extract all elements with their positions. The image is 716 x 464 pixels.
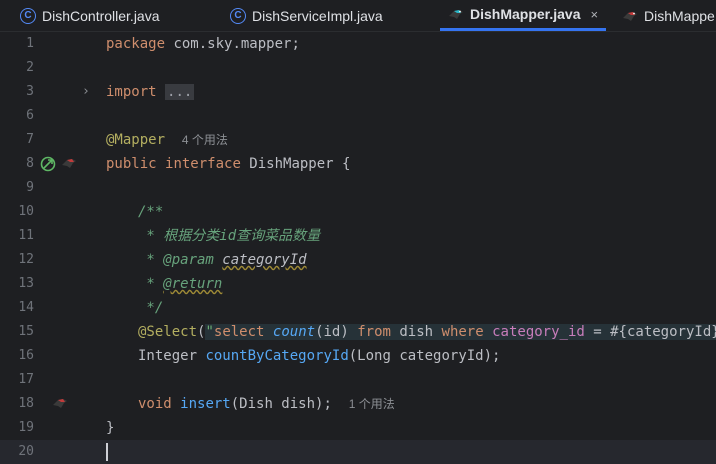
code-text: /**: [138, 200, 163, 224]
method-name: countByCategoryId: [205, 348, 349, 364]
line-number: 10: [18, 204, 34, 219]
mybatis-icon: [449, 10, 463, 19]
code-line: 10 /**: [0, 200, 716, 224]
code-text: package com.sky.mapper;: [106, 32, 300, 56]
line-number: 7: [26, 132, 34, 147]
keyword: public: [106, 156, 157, 172]
code-line: 2: [0, 56, 716, 80]
code-editor[interactable]: 1 package com.sky.mapper; 2 3 › import .…: [0, 32, 716, 464]
usage-hint[interactable]: 4 个用法: [182, 133, 228, 147]
keyword: package: [106, 36, 166, 52]
line-number: 17: [18, 372, 34, 387]
line-number: 16: [18, 348, 34, 363]
code-text: void insert(Dish dish); 1 个用法: [138, 392, 395, 416]
code-text: @Select("select count(id) from dish wher…: [138, 320, 716, 344]
code-text: public interface DishMapper {: [106, 152, 350, 176]
editor-tab-bar: C DishController.java C DishServiceImpl.…: [0, 0, 716, 32]
doc-comment: *: [138, 276, 164, 292]
sql-string: "select count(id) from dish where catego…: [205, 324, 716, 340]
line-number: 18: [18, 396, 34, 411]
package-name: com.sky.mapper;: [165, 36, 300, 52]
annotation: @Select: [138, 324, 198, 340]
line-number: 14: [18, 300, 34, 315]
code-line: 16 Integer countByCategoryId(Long catego…: [0, 344, 716, 368]
collapsed-imports[interactable]: ...: [165, 84, 195, 100]
code-text: @Mapper 4 个用法: [106, 128, 228, 152]
line-number: 6: [26, 108, 34, 123]
return-type: Integer: [138, 348, 198, 364]
tab-dish-mapper-xml[interactable]: DishMappe: [622, 0, 715, 31]
line-number: 1: [26, 36, 34, 51]
doc-comment: * 根据分类id查询菜品数量: [138, 228, 321, 244]
doc-return-tag: @return: [163, 276, 223, 292]
code-line: 1 package com.sky.mapper;: [0, 32, 716, 56]
line-number: 9: [26, 180, 34, 195]
code-line: 13 * @return: [0, 272, 716, 296]
code-line: 12 * @param categoryId: [0, 248, 716, 272]
method-args: (Dish dish);: [230, 396, 332, 412]
code-line: 18 void insert(Dish dish); 1 个用法: [0, 392, 716, 416]
line-number: 12: [18, 252, 34, 267]
code-text: * @param categoryId: [138, 248, 307, 272]
tab-dish-service-impl[interactable]: C DishServiceImpl.java: [230, 0, 383, 31]
code-line: 9: [0, 176, 716, 200]
tab-label: DishController.java: [42, 7, 160, 24]
code-line: 15 @Select("select count(id) from dish w…: [0, 320, 716, 344]
doc-comment: */: [138, 300, 164, 316]
line-number: 8: [26, 156, 34, 171]
code-line-current: 20: [0, 440, 716, 464]
doc-param-name: categoryId: [222, 252, 307, 268]
interface-name: DishMapper {: [240, 156, 351, 172]
method-name: insert: [180, 396, 231, 412]
mybatis-icon[interactable]: [61, 156, 77, 170]
code-line: 14 */: [0, 296, 716, 320]
code-text: }: [106, 416, 114, 440]
text-caret: [106, 440, 108, 464]
usage-hint[interactable]: 1 个用法: [349, 397, 395, 411]
line-number: 20: [18, 444, 34, 459]
mybatis-icon[interactable]: [52, 396, 68, 410]
line-number: 19: [18, 420, 34, 435]
close-icon[interactable]: ×: [591, 7, 599, 22]
code-text: Integer countByCategoryId(Long categoryI…: [138, 344, 500, 368]
tab-label: DishMapper.java: [470, 6, 581, 22]
keyword: void: [138, 396, 172, 412]
class-icon: C: [20, 7, 36, 24]
line-number: 3: [26, 84, 34, 99]
code-text: * 根据分类id查询菜品数量: [138, 224, 320, 248]
code-text: */: [138, 296, 163, 320]
implementation-gutter-icon[interactable]: [40, 156, 56, 172]
tab-dish-controller[interactable]: C DishController.java: [20, 0, 160, 31]
line-number: 2: [26, 60, 34, 75]
line-number: 11: [18, 228, 34, 243]
code-line: 6: [0, 104, 716, 128]
code-line: 8 public interface DishMapper {: [0, 152, 716, 176]
tab-label: DishServiceImpl.java: [252, 7, 383, 24]
code-text: * @return: [138, 272, 222, 296]
code-line: 17: [0, 368, 716, 392]
code-line: 11 * 根据分类id查询菜品数量: [0, 224, 716, 248]
line-number: 15: [18, 324, 34, 339]
mybatis-icon: [623, 11, 637, 21]
tab-label: DishMappe: [644, 7, 715, 24]
class-icon: C: [230, 7, 246, 24]
close-brace: }: [106, 420, 115, 436]
annotation: @Mapper: [106, 132, 166, 148]
code-text: import ...: [106, 80, 195, 104]
doc-comment: /**: [138, 204, 164, 220]
keyword: interface: [165, 156, 241, 172]
chevron-right-icon[interactable]: ›: [82, 80, 90, 104]
tab-dish-mapper[interactable]: DishMapper.java ×: [440, 0, 607, 31]
code-line: 19 }: [0, 416, 716, 440]
code-line: 7 @Mapper 4 个用法: [0, 128, 716, 152]
doc-param-tag: * @param: [138, 252, 214, 268]
code-line: 3 › import ...: [0, 80, 716, 104]
line-number: 13: [18, 276, 34, 291]
method-args: (Long categoryId);: [348, 348, 501, 364]
keyword: import: [106, 84, 157, 100]
